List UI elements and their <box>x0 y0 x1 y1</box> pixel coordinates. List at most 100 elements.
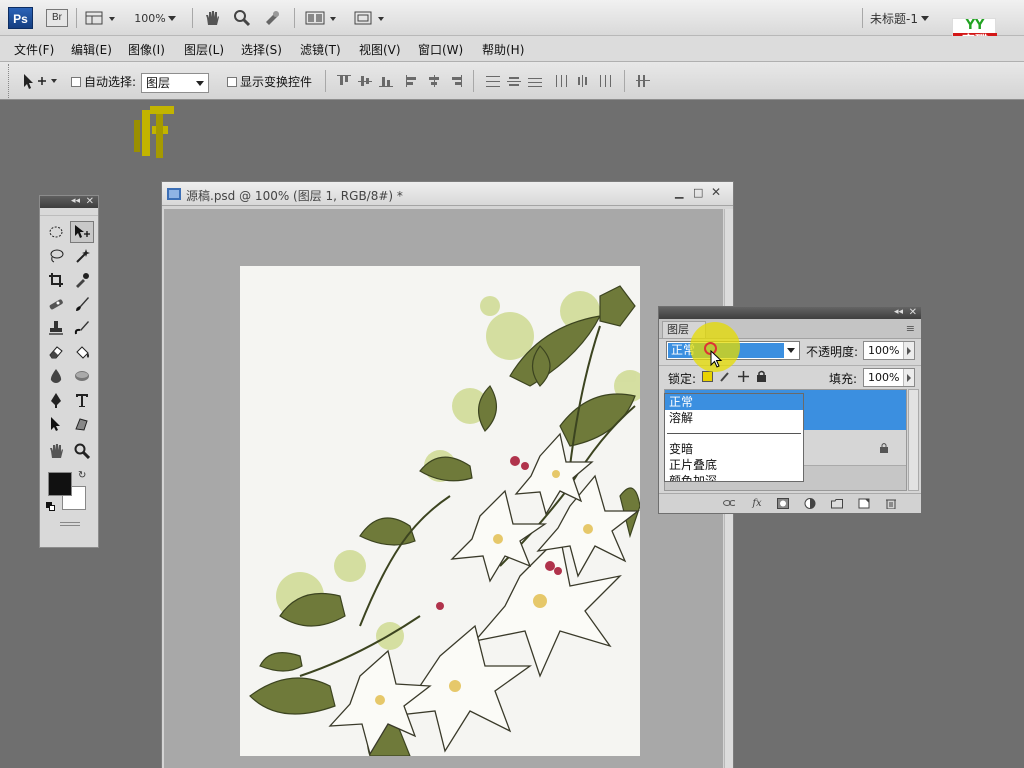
lock-transparency-icon[interactable] <box>702 371 713 382</box>
trash-icon[interactable] <box>885 498 897 509</box>
tool-preset-picker[interactable] <box>16 71 64 91</box>
tools-panel-header[interactable]: ◂◂ ✕ <box>40 196 98 208</box>
fill-slider-arrow[interactable] <box>903 369 914 386</box>
maximize-icon[interactable]: □ <box>693 186 703 199</box>
align-right-icon[interactable] <box>448 75 462 87</box>
zoom-tool-button[interactable] <box>230 8 254 28</box>
crop-icon <box>49 273 63 287</box>
menu-help[interactable]: 帮助(H) <box>482 41 524 58</box>
new-layer-icon[interactable] <box>858 498 870 509</box>
eyedropper-tool[interactable] <box>70 269 94 291</box>
type-tool[interactable] <box>70 389 94 411</box>
align-left-icon[interactable] <box>406 75 420 87</box>
screen-mode-button[interactable] <box>350 8 390 28</box>
blur-tool[interactable] <box>44 365 68 387</box>
lock-pixels-icon[interactable] <box>719 370 731 383</box>
menu-select[interactable]: 选择(S) <box>241 41 282 58</box>
distribute-left-icon[interactable] <box>555 75 569 87</box>
spot-healing-tool[interactable] <box>44 293 68 315</box>
distribute-top-icon[interactable] <box>486 75 500 87</box>
marquee-tool[interactable] <box>44 221 68 243</box>
layer-list-scrollbar[interactable] <box>908 389 919 491</box>
blend-option-darken[interactable]: 变暗 <box>665 441 803 457</box>
menu-filter[interactable]: 滤镜(T) <box>300 41 341 58</box>
magic-wand-tool[interactable] <box>70 245 94 267</box>
align-top-icon[interactable] <box>337 75 351 87</box>
blend-option-color-burn[interactable]: 颜色加深 <box>665 473 803 481</box>
distribute-right-icon[interactable] <box>597 75 611 87</box>
blend-option-dissolve[interactable]: 溶解 <box>665 410 803 426</box>
zoom-level-select[interactable]: 100% <box>130 8 182 28</box>
paint-bucket-tool[interactable] <box>70 341 94 363</box>
view-extras-button[interactable] <box>82 8 120 28</box>
auto-select-target-value: 图层 <box>146 76 171 90</box>
show-transform-checkbox[interactable] <box>227 77 237 87</box>
close-icon[interactable]: ✕ <box>909 307 917 318</box>
blend-option-normal[interactable]: 正常 <box>665 394 803 410</box>
divider <box>192 8 193 28</box>
rotate-view-button[interactable] <box>260 8 284 28</box>
lock-position-icon[interactable] <box>737 370 750 383</box>
close-icon[interactable]: ✕ <box>711 185 721 199</box>
menu-view[interactable]: 视图(V) <box>359 41 401 58</box>
mouse-pointer-icon <box>710 350 723 368</box>
swap-colors-icon[interactable]: ↻ <box>78 470 86 481</box>
zoom-tool[interactable] <box>70 440 94 462</box>
layers-panel-header[interactable]: ◂◂ ✕ <box>659 307 921 319</box>
adjustment-layer-icon[interactable] <box>804 498 816 509</box>
menu-window[interactable]: 窗口(W) <box>418 41 463 58</box>
shape-tool[interactable] <box>70 413 94 435</box>
menu-file[interactable]: 文件(F) <box>14 41 54 58</box>
image-canvas[interactable] <box>240 266 640 756</box>
arrange-documents-button[interactable] <box>302 8 342 28</box>
distribute-bottom-icon[interactable] <box>528 75 542 87</box>
pen-tool[interactable] <box>44 389 68 411</box>
magnifier-icon <box>234 10 251 27</box>
quick-mask-button[interactable] <box>60 522 80 526</box>
menu-layer[interactable]: 图层(L) <box>184 41 224 58</box>
clone-stamp-tool[interactable] <box>44 317 68 339</box>
crop-tool[interactable] <box>44 269 68 291</box>
close-icon[interactable]: ✕ <box>86 196 94 207</box>
dodge-tool[interactable] <box>70 365 94 387</box>
lasso-tool[interactable] <box>44 245 68 267</box>
lock-all-icon[interactable] <box>756 370 767 383</box>
menu-image[interactable]: 图像(I) <box>128 41 165 58</box>
opacity-slider-arrow[interactable] <box>903 342 914 359</box>
hand-tool-button[interactable] <box>200 8 224 28</box>
layer-mask-icon[interactable] <box>777 498 789 509</box>
history-brush-tool[interactable] <box>70 317 94 339</box>
blend-option-multiply[interactable]: 正片叠底 <box>665 457 803 473</box>
foreground-color-swatch[interactable] <box>48 472 72 496</box>
fill-input[interactable]: 100% <box>863 368 915 387</box>
new-group-icon[interactable] <box>831 498 843 509</box>
auto-select-checkbox[interactable] <box>71 77 81 87</box>
lasso-icon <box>50 249 64 263</box>
tools-panel-grip[interactable] <box>40 208 98 216</box>
workspace-switcher[interactable]: 未标题-1 <box>870 8 950 28</box>
auto-select-target-select[interactable]: 图层 <box>141 73 209 93</box>
brush-tool[interactable] <box>70 293 94 315</box>
eraser-tool[interactable] <box>44 341 68 363</box>
distribute-hcenter-icon[interactable] <box>576 75 590 87</box>
hand-icon <box>206 11 219 25</box>
move-tool[interactable] <box>70 221 94 243</box>
collapse-icon[interactable]: ◂◂ <box>894 307 903 318</box>
document-titlebar[interactable]: 源稿.psd @ 100% (图层 1, RGB/8#) * ▁ □ ✕ <box>162 182 733 206</box>
menu-edit[interactable]: 编辑(E) <box>71 41 112 58</box>
bridge-button[interactable]: Br <box>46 9 68 27</box>
distribute-vcenter-icon[interactable] <box>507 75 521 87</box>
align-bottom-icon[interactable] <box>379 75 393 87</box>
align-hcenter-icon[interactable] <box>427 75 441 87</box>
align-vcenter-icon[interactable] <box>358 75 372 87</box>
default-colors-icon[interactable] <box>46 502 55 511</box>
panel-menu-icon[interactable]: ≡ <box>906 322 915 335</box>
collapse-icon[interactable]: ◂◂ <box>71 196 80 207</box>
minimize-icon[interactable]: ▁ <box>675 186 683 199</box>
auto-align-icon[interactable] <box>636 75 650 87</box>
link-layers-icon[interactable] <box>723 498 735 509</box>
layer-style-icon[interactable]: fx <box>751 498 763 509</box>
opacity-input[interactable]: 100% <box>863 341 915 360</box>
path-selection-tool[interactable] <box>44 413 68 435</box>
hand-tool[interactable] <box>44 440 68 462</box>
